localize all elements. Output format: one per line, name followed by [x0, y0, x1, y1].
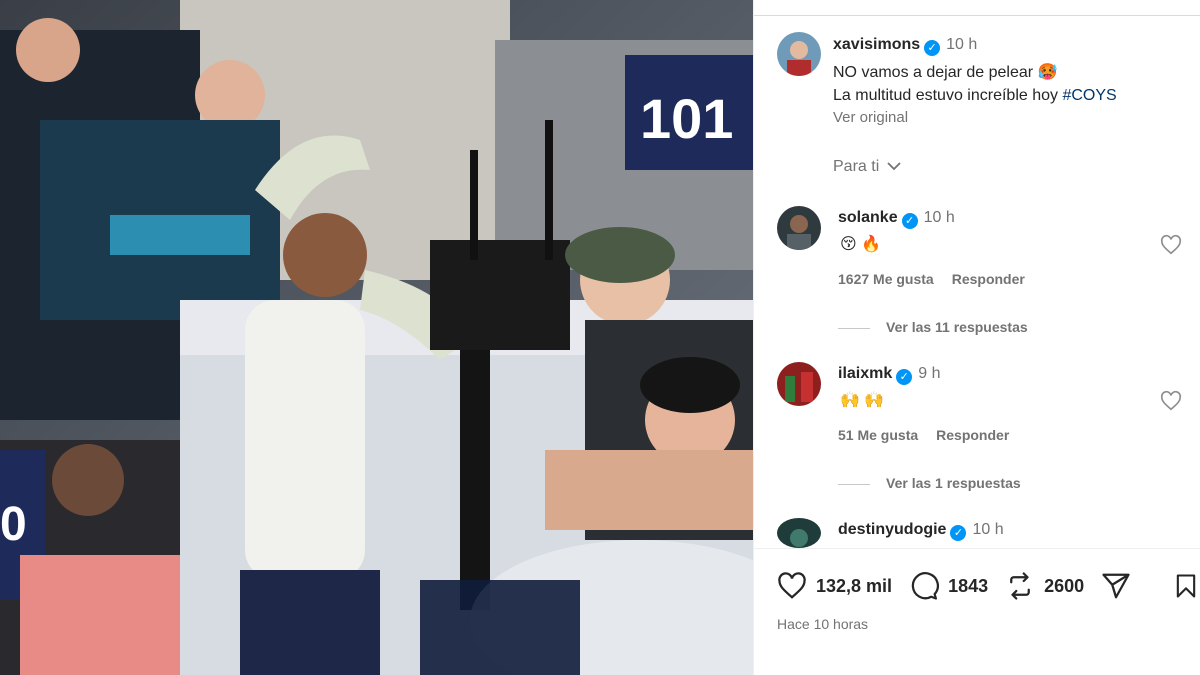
- hashtag-link[interactable]: #COYS: [1062, 87, 1116, 104]
- share-icon: [1102, 573, 1130, 599]
- heart-icon[interactable]: [1160, 390, 1182, 412]
- top-bar: [754, 0, 1200, 16]
- comment-meta: 1627 Me gusta Responder: [838, 271, 1043, 287]
- comment-header: solanke ✓ 10 h: [838, 209, 955, 229]
- comment-text: 🙌 🙌: [840, 392, 885, 409]
- comment-avatar-solanke[interactable]: [777, 206, 821, 250]
- comment-meta: 51 Me gusta Responder: [838, 427, 1027, 443]
- comment-time: 10 h: [972, 521, 1004, 538]
- comment-avatar-destinyudogie[interactable]: [777, 518, 821, 548]
- caption-text-2: La multitud estuvo increíble hoy: [833, 87, 1059, 104]
- caption-line-2: La multitud estuvo increíble hoy #COYS: [833, 87, 1117, 105]
- comment-likes[interactable]: 51 Me gusta: [838, 427, 918, 443]
- repost-button[interactable]: 2600: [1004, 571, 1084, 601]
- comment-username[interactable]: destinyudogie: [838, 521, 946, 538]
- sort-label: Para ti: [833, 158, 880, 175]
- sort-dropdown[interactable]: Para ti: [833, 158, 902, 176]
- view-replies[interactable]: Ver las 11 respuestas: [838, 319, 1028, 335]
- comment-likes[interactable]: 1627 Me gusta: [838, 271, 934, 287]
- avatar-image: [777, 206, 821, 250]
- like-count: 132,8 mil: [816, 575, 893, 596]
- verified-icon: ✓: [901, 213, 918, 229]
- photo-sign-text-2: 0: [0, 498, 27, 551]
- chevron-down-icon: [887, 162, 901, 171]
- share-button[interactable]: [1100, 571, 1140, 601]
- author-avatar[interactable]: [777, 32, 821, 76]
- comment-time: 9 h: [918, 365, 941, 382]
- bookmark-icon[interactable]: [1172, 571, 1200, 601]
- comment-username[interactable]: solanke: [838, 209, 898, 226]
- caption-emoji: 🥵: [1037, 64, 1058, 81]
- author-row: xavisimons ✓ 10 h: [833, 36, 977, 56]
- replies-divider: [838, 483, 870, 485]
- verified-icon: ✓: [896, 369, 913, 385]
- actions-divider: [753, 548, 1200, 549]
- reply-button[interactable]: Responder: [936, 427, 1009, 443]
- action-bar: 132,8 mil 1843 2600: [776, 568, 1156, 604]
- view-replies-label: Ver las 1 respuestas: [886, 475, 1021, 491]
- heart-icon[interactable]: [1160, 234, 1182, 256]
- repost-count: 2600: [1044, 575, 1085, 596]
- comment-text: 😚 🔥: [840, 236, 882, 253]
- comment-username[interactable]: ilaixmk: [838, 365, 892, 382]
- comment-button[interactable]: 1843: [908, 571, 988, 601]
- see-original-link[interactable]: Ver original: [833, 109, 908, 126]
- view-replies-label: Ver las 11 respuestas: [886, 319, 1028, 335]
- avatar-image: [777, 518, 821, 548]
- author-username[interactable]: xavisimons: [833, 36, 920, 53]
- repost-icon: [1010, 572, 1030, 600]
- comment-header: ilaixmk ✓ 9 h: [838, 365, 941, 385]
- avatar-image: [777, 362, 821, 406]
- comment-time: 10 h: [923, 209, 955, 226]
- verified-icon: ✓: [924, 40, 941, 56]
- photo-sign-text: 101: [640, 87, 733, 150]
- caption-line-1: NO vamos a dejar de pelear 🥵: [833, 62, 1057, 82]
- like-button[interactable]: 132,8 mil: [776, 571, 892, 601]
- post-time[interactable]: 10 h: [946, 36, 977, 53]
- replies-divider: [838, 327, 870, 329]
- comment-header: destinyudogie ✓ 10 h: [838, 521, 1004, 541]
- photo-illustration: 101 0: [0, 0, 753, 675]
- posted-time[interactable]: Hace 10 horas: [777, 616, 868, 632]
- post-photo: 101 0: [0, 0, 753, 675]
- view-replies[interactable]: Ver las 1 respuestas: [838, 475, 1021, 491]
- verified-icon: ✓: [950, 525, 967, 541]
- caption-text-1: NO vamos a dejar de pelear: [833, 64, 1034, 81]
- avatar-image: [777, 32, 821, 76]
- comment-avatar-ilaixmk[interactable]: [777, 362, 821, 406]
- comment-count: 1843: [948, 575, 989, 596]
- comment-icon: [911, 572, 940, 600]
- reply-button[interactable]: Responder: [952, 271, 1025, 287]
- heart-icon: [778, 572, 806, 599]
